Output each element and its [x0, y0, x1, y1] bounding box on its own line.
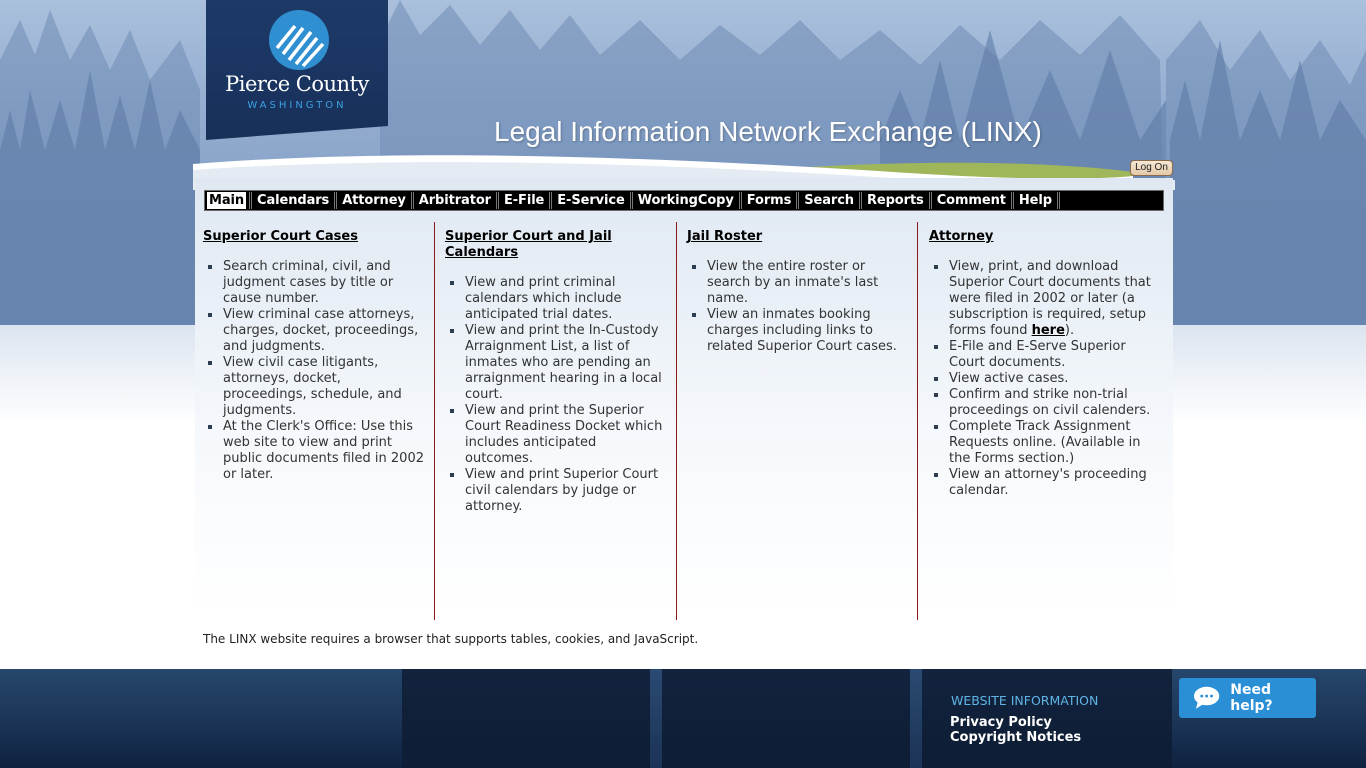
column-superior-court-cases: Superior Court Cases Search criminal, ci… [203, 222, 435, 620]
pierce-county-logo[interactable]: Pierce County WASHINGTON [206, 0, 388, 140]
footer-block [402, 669, 650, 768]
list-item: Search criminal, civil, and judgment cas… [208, 259, 426, 307]
superior-court-jail-calendars-link[interactable]: Superior Court and Jail Calendars [445, 229, 615, 261]
need-help-chat-button[interactable]: Need help? [1179, 678, 1316, 718]
nav-tab-e-service[interactable]: E-Service [552, 192, 633, 209]
footer-separator [910, 669, 922, 768]
calendars-list: View and print criminal calendars which … [445, 275, 676, 515]
nav-tab-workingcopy[interactable]: WorkingCopy [633, 192, 742, 209]
setup-forms-here-link[interactable]: here [1032, 323, 1065, 338]
list-item: At the Clerk's Office: Use this web site… [208, 419, 424, 482]
website-information-heading: WEBSITE INFORMATION [951, 693, 1099, 708]
list-item: Complete Track Assignment Requests onlin… [934, 419, 1159, 467]
nav-tab-forms[interactable]: Forms [742, 192, 800, 209]
chat-bubble-icon [1193, 686, 1220, 709]
attorney-list: View, print, and download Superior Court… [929, 259, 1159, 499]
nav-tab-calendars[interactable]: Calendars [249, 192, 338, 209]
list-item: View and print the In-Custody Arraignmen… [450, 323, 668, 403]
list-item: View the entire roster or search by an i… [692, 259, 909, 307]
mountain-logo-icon [269, 10, 329, 70]
list-item-text: ). [1064, 323, 1075, 338]
list-item: View active cases. [934, 371, 1159, 387]
footer-separator [650, 669, 662, 768]
superior-court-cases-list: Search criminal, civil, and judgment cas… [203, 259, 434, 483]
nav-tab-comment[interactable]: Comment [932, 192, 1014, 209]
logo-state-name: WASHINGTON [247, 100, 347, 111]
copyright-notices-link[interactable]: Copyright Notices [950, 730, 1081, 745]
list-item: View criminal case attorneys, charges, d… [208, 307, 426, 355]
nav-tab-search[interactable]: Search [799, 192, 862, 209]
list-item: View, print, and download Superior Court… [934, 259, 1159, 339]
column-jail-roster: Jail Roster View the entire roster or se… [687, 222, 918, 620]
nav-tab-reports[interactable]: Reports [862, 192, 932, 209]
footer [0, 669, 1366, 768]
list-item: Confirm and strike non-trial proceedings… [934, 387, 1159, 419]
list-item: View civil case litigants, attorneys, do… [208, 355, 426, 419]
attorney-link[interactable]: Attorney [929, 229, 993, 245]
need-help-label: Need help? [1230, 682, 1273, 714]
jail-roster-list: View the entire roster or search by an i… [687, 259, 917, 355]
jail-roster-link[interactable]: Jail Roster [687, 229, 762, 245]
list-item: E-File and E-Serve Superior Court docume… [934, 339, 1159, 371]
nav-tab-attorney[interactable]: Attorney [337, 192, 414, 209]
browser-requirements-note: The LINX website requires a browser that… [203, 632, 699, 646]
main-navigation: Main Calendars Attorney Arbitrator E-Fil… [204, 190, 1164, 211]
nav-tab-arbitrator[interactable]: Arbitrator [414, 192, 499, 209]
nav-tab-help[interactable]: Help [1014, 192, 1060, 209]
footer-block [662, 669, 910, 768]
site-title: Legal Information Network Exchange (LINX… [494, 116, 1042, 147]
list-item: View an attorney's proceeding calendar. [934, 467, 1159, 499]
list-item: View and print criminal calendars which … [450, 275, 668, 323]
list-item: View an inmates booking charges includin… [692, 307, 909, 355]
column-calendars: Superior Court and Jail Calendars View a… [445, 222, 677, 620]
nav-tab-e-file[interactable]: E-File [499, 192, 553, 209]
list-item: View and print the Superior Court Readin… [450, 403, 668, 467]
logo-county-name: Pierce County [225, 72, 369, 96]
column-attorney: Attorney View, print, and download Super… [929, 222, 1159, 620]
superior-court-cases-link[interactable]: Superior Court Cases [203, 229, 434, 245]
nav-tab-main[interactable]: Main [207, 192, 247, 209]
list-item: View and print Superior Court civil cale… [450, 467, 668, 515]
privacy-policy-link[interactable]: Privacy Policy [950, 715, 1052, 730]
log-on-button[interactable]: Log On [1130, 160, 1173, 176]
